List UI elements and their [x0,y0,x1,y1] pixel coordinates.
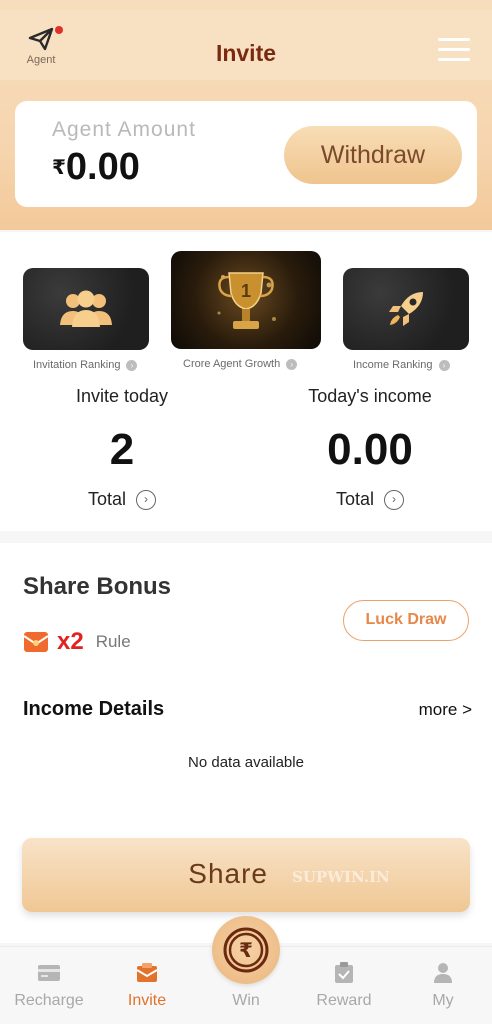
share-button[interactable]: Share SUPWIN.IN [22,838,470,912]
svg-text:1: 1 [241,281,251,301]
invitation-ranking-card[interactable] [23,268,149,350]
invite-page: Agent Invite Agent Amount ₹0.00 Withdraw [0,0,492,1024]
withdraw-button[interactable]: Withdraw [284,126,462,184]
rupee-coin-icon: ₹ [223,927,269,973]
rule-link[interactable]: Rule [96,632,131,652]
income-more-link[interactable]: more > [392,700,472,720]
share-button-label: Share [188,858,268,889]
todays-income-value: 0.00 [327,425,413,474]
wallet-icon [38,965,60,981]
crore-agent-growth-caption[interactable]: Crore Agent Growth › [183,358,298,370]
income-ranking-caption[interactable]: Income Ranking › [353,359,450,371]
income-total-label: Total [335,489,375,509]
tab-my-label: My [432,992,454,1009]
invitation-ranking-caption[interactable]: Invitation Ranking › [33,359,138,371]
ranking-section: 1 Invitation Ranking › Crore Agent Growt… [0,232,492,531]
svg-text:₹: ₹ [239,938,253,962]
income-details-title: Income Details [23,698,165,720]
empty-state-text: No data available [188,754,304,771]
crore-agent-growth-label: Crore Agent Growth [183,358,281,370]
top-bar: Agent Invite [0,10,492,80]
bonus-multiplier: x2 [57,628,84,655]
luck-draw-button[interactable]: Luck Draw [343,600,469,641]
chevron-right-icon: › [438,359,450,371]
notification-dot [55,26,63,34]
page-title: Invite [215,40,277,66]
bonus-multiplier-row: x2 Rule [23,627,131,657]
tab-recharge[interactable]: Recharge [4,961,94,1010]
agent-amount-label: Agent Amount [52,118,196,141]
watermark-text: SUPWIN.IN [292,868,390,886]
chevron-right-icon: › [126,359,138,371]
tab-reward[interactable]: Reward [299,961,389,1010]
tab-win-label: Win [232,992,260,1009]
chevron-right-icon: › [286,358,298,370]
agent-amount-card: Agent Amount ₹0.00 Withdraw [15,101,477,207]
hamburger-menu-icon[interactable] [438,38,470,64]
invite-today-value: 2 [109,425,135,474]
invite-total-label: Total [87,489,127,509]
tab-recharge-label: Recharge [14,992,84,1009]
income-ranking-label: Income Ranking [353,359,433,371]
envelope-icon [136,963,158,982]
currency-symbol: ₹ [52,157,66,179]
tab-reward-label: Reward [316,992,372,1009]
invite-total-link[interactable]: Total › [22,489,222,511]
income-total-link[interactable]: Total › [270,489,470,511]
share-bonus-title: Share Bonus [23,573,172,600]
tab-my[interactable]: My [398,961,488,1010]
invitation-ranking-label: Invitation Ranking [33,359,121,371]
agent-amount-value: ₹0.00 [52,146,140,189]
income-ranking-card[interactable] [343,268,469,350]
people-icon [60,290,112,327]
person-icon [434,963,452,983]
clipboard-icon [335,962,353,983]
chevron-right-icon: › [384,490,405,511]
invite-today-label: Invite today [75,386,169,406]
chevron-right-icon: › [136,490,157,511]
win-center-button[interactable]: ₹ [212,916,280,984]
tab-invite[interactable]: Invite [102,961,192,1010]
tab-invite-label: Invite [127,992,167,1009]
crore-agent-growth-card[interactable]: 1 [171,251,321,349]
todays-income-label: Today's income [308,386,432,406]
rocket-icon [389,292,423,326]
trophy-icon: 1 [217,272,276,329]
red-envelope-icon [23,632,49,652]
amount-number: 0.00 [65,146,140,188]
